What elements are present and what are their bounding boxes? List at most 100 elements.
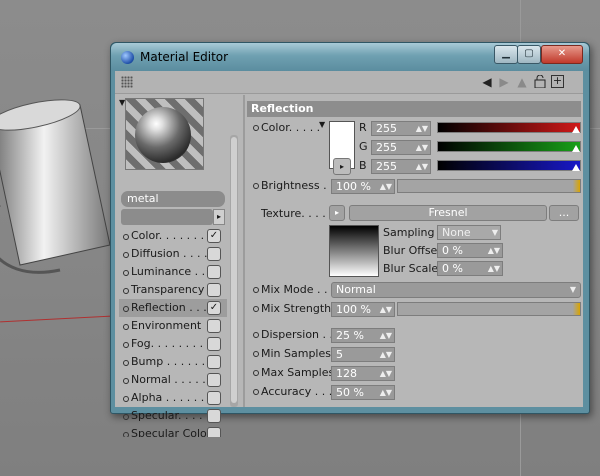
texture-gradient-preview[interactable] [329, 225, 379, 277]
dispersion-value: 25 % [336, 329, 364, 342]
spinner-icon[interactable]: ▲▼ [380, 386, 392, 399]
channel-checkbox[interactable] [207, 373, 221, 387]
brightness-input[interactable]: 100 % ▲▼ [331, 179, 395, 194]
spinner-icon[interactable]: ▲▼ [416, 160, 428, 173]
chevron-down-icon[interactable]: ▼ [570, 283, 576, 296]
channel-item-specular[interactable]: Specular. . . . . . [119, 407, 227, 425]
red-input[interactable]: 255 ▲▼ [371, 121, 431, 136]
blur-scale-label: Blur Scale [383, 262, 439, 275]
green-label: G [359, 140, 368, 153]
spinner-icon[interactable]: ▲▼ [380, 367, 392, 380]
channel-checkbox[interactable] [207, 337, 221, 351]
blur-offset-input[interactable]: 0 % ▲▼ [437, 243, 503, 258]
blue-slider[interactable] [437, 160, 581, 171]
channel-checkbox[interactable]: ✓ [207, 229, 221, 243]
green-slider[interactable] [437, 141, 581, 152]
maximize-button[interactable]: ▢ [517, 45, 541, 64]
bullet-icon [123, 234, 129, 240]
section-header: Reflection [247, 101, 581, 117]
spinner-icon[interactable]: ▲▼ [488, 244, 500, 257]
material-field-arrow-icon[interactable]: ▸ [213, 209, 225, 225]
channel-item-reflection[interactable]: Reflection . . . . ✓ [119, 299, 227, 317]
channel-checkbox[interactable] [207, 265, 221, 279]
color-picker-button[interactable]: ▸ [333, 158, 351, 175]
channel-scrollbar[interactable] [230, 135, 238, 407]
channel-item-specular-color[interactable]: Specular Color [119, 425, 227, 437]
sampling-dropdown[interactable]: None ▼ [437, 225, 501, 240]
texture-more-button[interactable]: ... [549, 205, 579, 221]
forward-arrow-icon[interactable]: ▶ [497, 75, 511, 89]
chevron-down-icon[interactable]: ▼ [492, 226, 498, 239]
bullet-icon [253, 287, 259, 293]
channel-item-environment[interactable]: Environment [119, 317, 227, 335]
grip-handle-icon[interactable] [121, 76, 133, 88]
channel-item-normal[interactable]: Normal . . . . . . [119, 371, 227, 389]
scrollbar-thumb[interactable] [231, 137, 237, 403]
channel-item-fog[interactable]: Fog. . . . . . . . . [119, 335, 227, 353]
material-name-field[interactable]: metal [121, 191, 225, 207]
channel-item-color[interactable]: Color. . . . . . . . ✓ [119, 227, 227, 245]
spinner-icon[interactable]: ▲▼ [380, 180, 392, 193]
channel-item-luminance[interactable]: Luminance . . . . [119, 263, 227, 281]
material-preview[interactable] [125, 98, 204, 170]
max-samples-input[interactable]: 128 ▲▼ [331, 366, 395, 381]
channel-checkbox[interactable] [207, 391, 221, 405]
brightness-slider[interactable] [397, 179, 581, 193]
color-menu-arrow-icon[interactable]: ▼ [319, 120, 325, 129]
close-button[interactable]: ✕ [541, 45, 583, 64]
spinner-icon[interactable]: ▲▼ [488, 262, 500, 275]
up-arrow-icon[interactable]: ▲ [515, 75, 529, 89]
mix-mode-dropdown[interactable]: Normal ▼ [331, 282, 581, 298]
spinner-icon[interactable]: ▲▼ [416, 122, 428, 135]
app-icon [121, 51, 134, 64]
channel-item-transparency[interactable]: Transparency [119, 281, 227, 299]
bullet-icon [123, 432, 129, 437]
channel-checkbox[interactable]: ✓ [207, 301, 221, 315]
slider-handle[interactable] [572, 126, 580, 133]
min-samples-input[interactable]: 5 ▲▼ [331, 347, 395, 362]
channel-checkbox[interactable] [207, 319, 221, 333]
channel-item-alpha[interactable]: Alpha . . . . . . . [119, 389, 227, 407]
channel-item-bump[interactable]: Bump . . . . . . . [119, 353, 227, 371]
blur-scale-input[interactable]: 0 % ▲▼ [437, 261, 503, 276]
channel-checkbox[interactable] [207, 427, 221, 437]
channel-checkbox[interactable] [207, 355, 221, 369]
max-samples-value: 128 [336, 367, 357, 380]
red-slider[interactable] [437, 122, 581, 133]
green-input[interactable]: 255 ▲▼ [371, 140, 431, 155]
channel-item-diffusion[interactable]: Diffusion . . . . . [119, 245, 227, 263]
spinner-icon[interactable]: ▲▼ [380, 303, 392, 316]
lock-icon[interactable] [533, 74, 547, 89]
channel-label: Alpha . . . . . . . [131, 391, 212, 404]
channel-checkbox[interactable] [207, 283, 221, 297]
blue-input[interactable]: 255 ▲▼ [371, 159, 431, 174]
channel-checkbox[interactable] [207, 409, 221, 423]
accuracy-input[interactable]: 50 % ▲▼ [331, 385, 395, 400]
bullet-icon [123, 288, 129, 294]
texture-shader-button[interactable]: Fresnel [349, 205, 547, 221]
texture-menu-button[interactable]: ▸ [329, 205, 345, 221]
dispersion-input[interactable]: 25 % ▲▼ [331, 328, 395, 343]
title-bar[interactable]: Material Editor ▁ ▢ ✕ [111, 43, 589, 71]
channel-label: Bump . . . . . . . [131, 355, 213, 368]
new-panel-icon[interactable]: + [551, 75, 564, 88]
bullet-icon [123, 414, 129, 420]
bullet-icon [123, 360, 129, 366]
paint-bucket-object[interactable] [0, 95, 120, 280]
mix-strength-slider[interactable] [397, 302, 581, 316]
channel-checkbox[interactable] [207, 247, 221, 261]
spinner-icon[interactable]: ▲▼ [416, 141, 428, 154]
spinner-icon[interactable]: ▲▼ [380, 348, 392, 361]
material-editor-window: Material Editor ▁ ▢ ✕ ◀ ▶ ▲ + ▼ metal ▸ … [110, 42, 590, 437]
spinner-icon[interactable]: ▲▼ [380, 329, 392, 342]
channel-label: Normal . . . . . . [131, 373, 213, 386]
slider-handle[interactable] [572, 164, 580, 171]
material-extra-field[interactable] [121, 209, 213, 225]
panel-divider[interactable] [243, 95, 245, 407]
mix-strength-input[interactable]: 100 % ▲▼ [331, 302, 395, 317]
bullet-icon [253, 332, 259, 338]
mix-strength-label: Mix Strength [261, 302, 332, 315]
back-arrow-icon[interactable]: ◀ [480, 75, 494, 89]
slider-handle[interactable] [572, 145, 580, 152]
minimize-button[interactable]: ▁ [494, 45, 518, 64]
